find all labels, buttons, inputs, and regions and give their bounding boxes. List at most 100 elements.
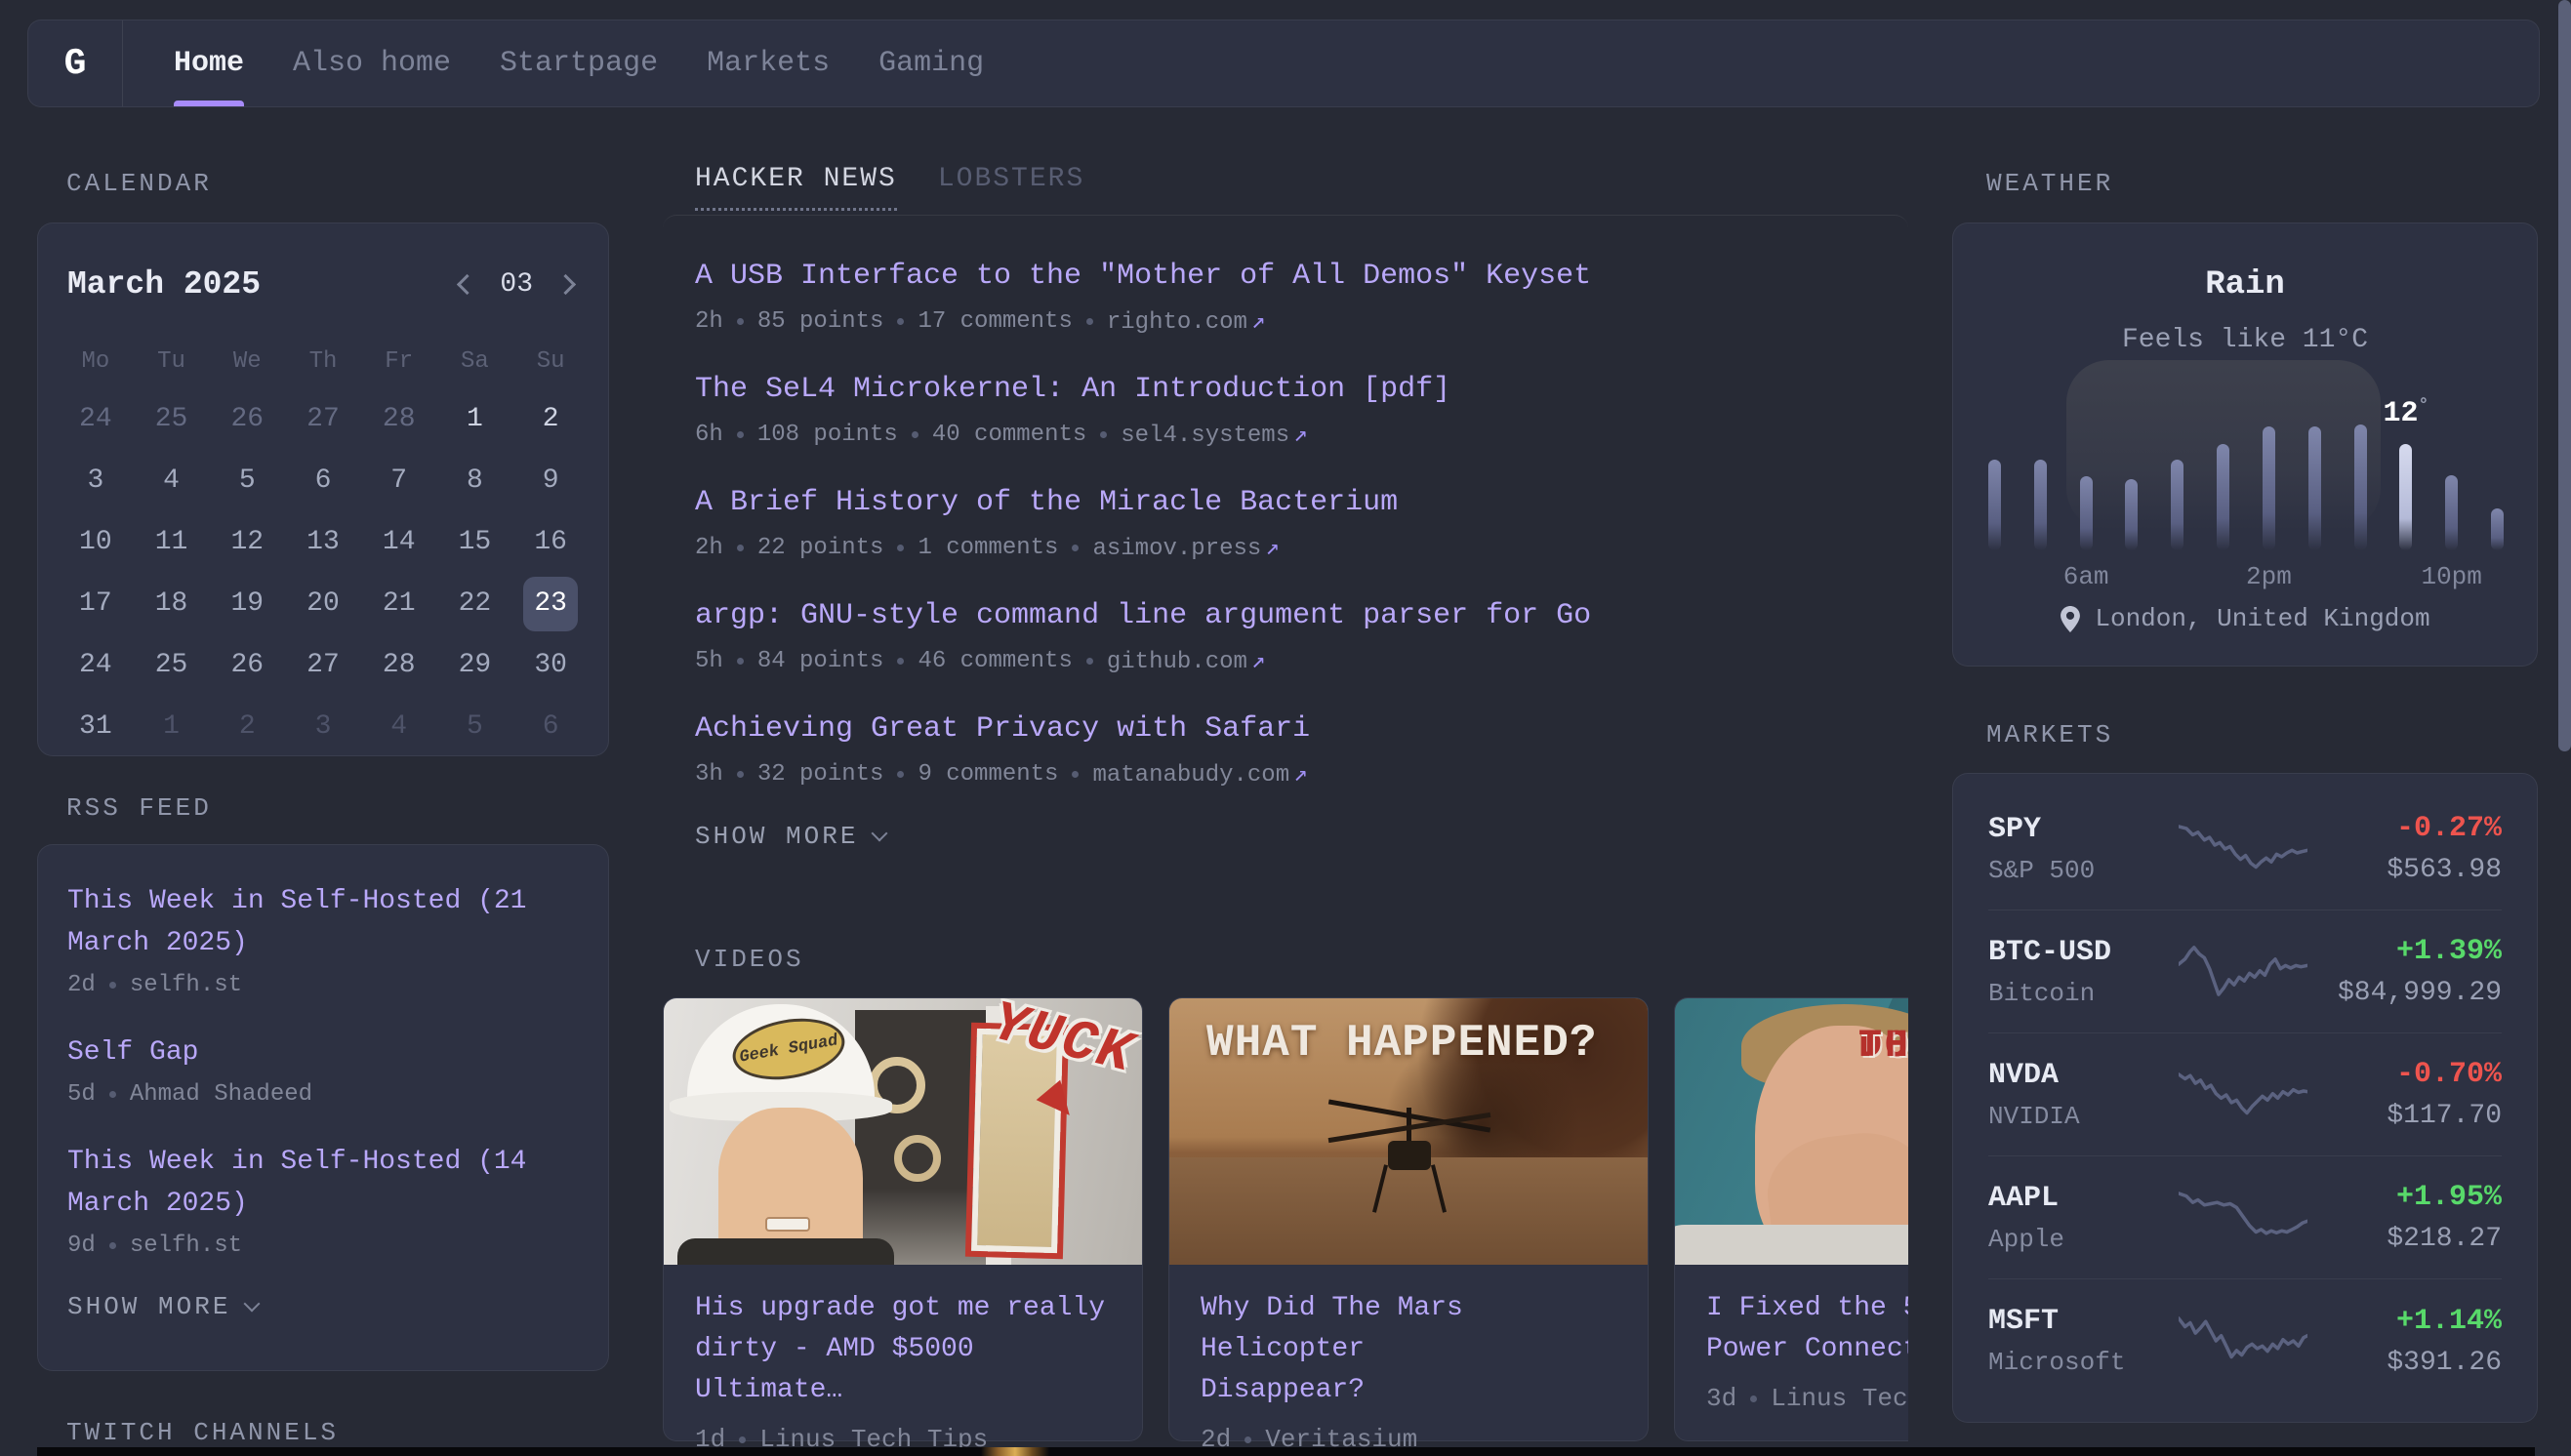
calendar-day[interactable]: 26 (220, 392, 274, 447)
chevron-right-icon[interactable] (555, 274, 576, 295)
calendar-day[interactable]: 13 (296, 515, 350, 570)
news-item[interactable]: argp: GNU-style command line argument pa… (695, 595, 1889, 675)
video-card[interactable]: WHAT HAPPENED?Why Did The Mars Helicopte… (1168, 997, 1649, 1441)
calendar-day[interactable]: 29 (447, 638, 502, 693)
calendar-day[interactable]: 31 (68, 700, 123, 754)
calendar-day[interactable]: 5 (447, 700, 502, 754)
calendar-day[interactable]: 28 (372, 638, 427, 693)
calendar-day[interactable]: 28 (372, 392, 427, 447)
calendar-day[interactable]: 30 (523, 638, 578, 693)
rss-item-title[interactable]: This Week in Self-Hosted (14 March 2025) (67, 1141, 579, 1225)
news-item-title[interactable]: A Brief History of the Miracle Bacterium (695, 482, 1889, 523)
calendar-day[interactable]: 24 (68, 638, 123, 693)
news-item[interactable]: The SeL4 Microkernel: An Introduction [p… (695, 369, 1889, 449)
video-title[interactable]: I Fixed the 5Power Connect (1706, 1288, 1908, 1370)
calendar-day[interactable]: 6 (296, 454, 350, 508)
calendar-weekday: Th (309, 348, 338, 375)
news-item[interactable]: A USB Interface to the "Mother of All De… (695, 256, 1889, 336)
news-item[interactable]: Achieving Great Privacy with Safari3h32 … (695, 708, 1889, 789)
calendar-day[interactable]: 20 (296, 577, 350, 631)
news-item-domain[interactable]: matanabudy.com↗ (1092, 759, 1307, 789)
video-card[interactable]: DOTHTI Fixed the 5Power Connect3dLinus T… (1674, 997, 1908, 1441)
calendar-day[interactable]: 4 (372, 700, 427, 754)
calendar-day[interactable]: 10 (68, 515, 123, 570)
calendar-day[interactable]: 26 (220, 638, 274, 693)
news-item-title[interactable]: Achieving Great Privacy with Safari (695, 708, 1889, 749)
calendar-day[interactable]: 9 (523, 454, 578, 508)
calendar-day[interactable]: 22 (447, 577, 502, 631)
calendar-day[interactable]: 25 (144, 638, 199, 693)
calendar-day[interactable]: 27 (296, 638, 350, 693)
news-item-title[interactable]: The SeL4 Microkernel: An Introduction [p… (695, 369, 1889, 410)
rss-item-title[interactable]: This Week in Self-Hosted (21 March 2025) (67, 880, 579, 964)
market-row-aapl[interactable]: AAPLApple+1.95%$218.27 (1988, 1156, 2502, 1279)
weather-bar (2263, 426, 2275, 550)
calendar-day[interactable]: 17 (68, 577, 123, 631)
calendar-day[interactable]: 2 (220, 700, 274, 754)
rss-item-title[interactable]: Self Gap (67, 1031, 579, 1073)
calendar-day[interactable]: 19 (220, 577, 274, 631)
chevron-down-icon (244, 1296, 261, 1313)
calendar-day[interactable]: 6 (523, 700, 578, 754)
news-item-title[interactable]: argp: GNU-style command line argument pa… (695, 595, 1889, 636)
thumbnail-art (765, 1217, 810, 1232)
news-item-domain[interactable]: righto.com↗ (1107, 306, 1265, 336)
news-item-domain[interactable]: asimov.press↗ (1092, 533, 1279, 562)
calendar-day[interactable]: 2 (523, 392, 578, 447)
rss-item[interactable]: This Week in Self-Hosted (21 March 2025)… (67, 880, 579, 998)
calendar-day[interactable]: 1 (144, 700, 199, 754)
rss-show-more-button[interactable]: SHOW MORE (67, 1292, 258, 1321)
nav-tab-markets[interactable]: Markets (707, 20, 830, 106)
video-card[interactable]: Geek SquadYUCKHis upgrade got me reallyd… (663, 997, 1143, 1441)
calendar-day[interactable]: 7 (372, 454, 427, 508)
market-row-msft[interactable]: MSFTMicrosoft+1.14%$391.26 (1988, 1279, 2502, 1402)
news-item[interactable]: A Brief History of the Miracle Bacterium… (695, 482, 1889, 562)
calendar-weekday: Mo (81, 348, 109, 375)
news-item-domain[interactable]: github.com↗ (1107, 646, 1265, 675)
market-row-spy[interactable]: SPYS&P 500-0.27%$563.98 (1988, 788, 2502, 910)
video-title[interactable]: Why Did The Mars HelicopterDisappear? (1201, 1288, 1616, 1411)
calendar-day[interactable]: 4 (144, 454, 199, 508)
rss-item[interactable]: This Week in Self-Hosted (14 March 2025)… (67, 1141, 579, 1259)
calendar-day[interactable]: 14 (372, 515, 427, 570)
nav-tab-gaming[interactable]: Gaming (878, 20, 984, 106)
calendar-day[interactable]: 11 (144, 515, 199, 570)
market-symbol: NVDA (1988, 1059, 2179, 1092)
news-item-meta: 2h22 points1 commentsasimov.press↗ (695, 533, 1889, 562)
weather-bar (2034, 460, 2047, 550)
news-show-more-button[interactable]: SHOW MORE (695, 822, 885, 851)
nav-tab-home[interactable]: Home (174, 20, 244, 106)
calendar-day[interactable]: 16 (523, 515, 578, 570)
scrollbar-thumb[interactable] (2558, 0, 2571, 751)
sparkline-chart (2179, 934, 2307, 1010)
nav-tab-startpage[interactable]: Startpage (500, 20, 658, 106)
calendar-day[interactable]: 24 (68, 392, 123, 447)
separator-dot-icon (1750, 1395, 1757, 1402)
news-tab-hacker-news[interactable]: HACKER NEWS (695, 164, 897, 211)
calendar-day[interactable]: 3 (296, 700, 350, 754)
calendar-day[interactable]: 3 (68, 454, 123, 508)
calendar-day[interactable]: 18 (144, 577, 199, 631)
app-logo[interactable]: G (28, 20, 122, 106)
calendar-day[interactable]: 15 (447, 515, 502, 570)
calendar-day[interactable]: 8 (447, 454, 502, 508)
news-tab-lobsters[interactable]: LOBSTERS (938, 164, 1084, 211)
calendar-day[interactable]: 12 (220, 515, 274, 570)
rss-item[interactable]: Self Gap5dAhmad Shadeed (67, 1031, 579, 1108)
calendar-day[interactable]: 21 (372, 577, 427, 631)
news-item-title[interactable]: A USB Interface to the "Mother of All De… (695, 256, 1889, 297)
calendar-day[interactable]: 5 (220, 454, 274, 508)
calendar-day[interactable]: 25 (144, 392, 199, 447)
calendar-day-selected[interactable]: 23 (523, 577, 578, 631)
calendar-day[interactable]: 27 (296, 392, 350, 447)
calendar-day[interactable]: 1 (447, 392, 502, 447)
news-item-comments: 9 comments (918, 761, 1058, 788)
chevron-left-icon[interactable] (457, 274, 477, 295)
sparkline-chart (2179, 811, 2307, 887)
market-row-btc-usd[interactable]: BTC-USDBitcoin+1.39%$84,999.29 (1988, 910, 2502, 1033)
video-title[interactable]: His upgrade got me reallydirty - AMD $50… (695, 1288, 1111, 1411)
nav-tab-also-home[interactable]: Also home (293, 20, 451, 106)
news-item-domain[interactable]: sel4.systems↗ (1121, 420, 1307, 449)
market-row-nvda[interactable]: NVDANVIDIA-0.70%$117.70 (1988, 1033, 2502, 1156)
market-change: +1.95% (2307, 1181, 2502, 1214)
